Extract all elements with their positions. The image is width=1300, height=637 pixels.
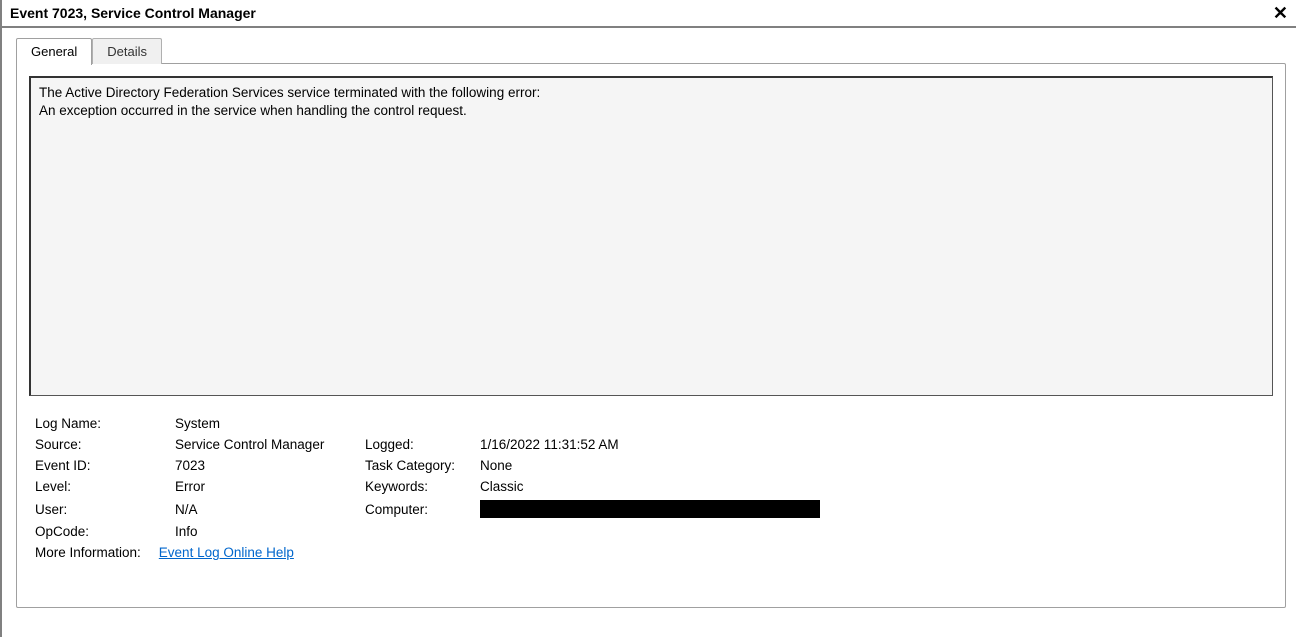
computer-label: Computer: xyxy=(365,502,480,517)
tab-details[interactable]: Details xyxy=(92,38,162,64)
event-id-value: 7023 xyxy=(175,458,365,473)
source-label: Source: xyxy=(35,437,175,452)
window-title: Event 7023, Service Control Manager xyxy=(10,5,256,21)
tab-panel-general: The Active Directory Federation Services… xyxy=(16,63,1286,608)
properties-grid: Log Name: System Source: Service Control… xyxy=(35,416,1273,539)
user-value: N/A xyxy=(175,502,365,517)
logged-value: 1/16/2022 11:31:52 AM xyxy=(480,437,1273,452)
event-properties: Log Name: System Source: Service Control… xyxy=(29,416,1273,560)
log-name-value: System xyxy=(175,416,365,431)
level-label: Level: xyxy=(35,479,175,494)
level-value: Error xyxy=(175,479,365,494)
close-icon[interactable]: ✕ xyxy=(1269,4,1292,22)
task-category-label: Task Category: xyxy=(365,458,480,473)
tab-general[interactable]: General xyxy=(16,38,92,65)
keywords-label: Keywords: xyxy=(365,479,480,494)
log-name-label: Log Name: xyxy=(35,416,175,431)
event-log-online-help-link[interactable]: Event Log Online Help xyxy=(159,545,294,560)
user-label: User: xyxy=(35,502,175,517)
opcode-value: Info xyxy=(175,524,365,539)
logged-label: Logged: xyxy=(365,437,480,452)
computer-value xyxy=(480,500,1273,518)
source-value: Service Control Manager xyxy=(175,437,365,452)
more-info-row: More Information: Event Log Online Help xyxy=(35,545,1273,560)
keywords-value: Classic xyxy=(480,479,1273,494)
event-properties-window: Event 7023, Service Control Manager ✕ Ge… xyxy=(0,0,1300,637)
event-id-label: Event ID: xyxy=(35,458,175,473)
event-message-box[interactable]: The Active Directory Federation Services… xyxy=(29,76,1273,396)
tab-area: General Details The Active Directory Fed… xyxy=(2,28,1300,609)
task-category-value: None xyxy=(480,458,1273,473)
redacted-computer-name xyxy=(480,500,820,518)
titlebar: Event 7023, Service Control Manager ✕ xyxy=(2,0,1300,26)
opcode-label: OpCode: xyxy=(35,524,175,539)
tab-row: General Details xyxy=(16,38,1286,64)
more-info-label: More Information: xyxy=(35,545,141,560)
